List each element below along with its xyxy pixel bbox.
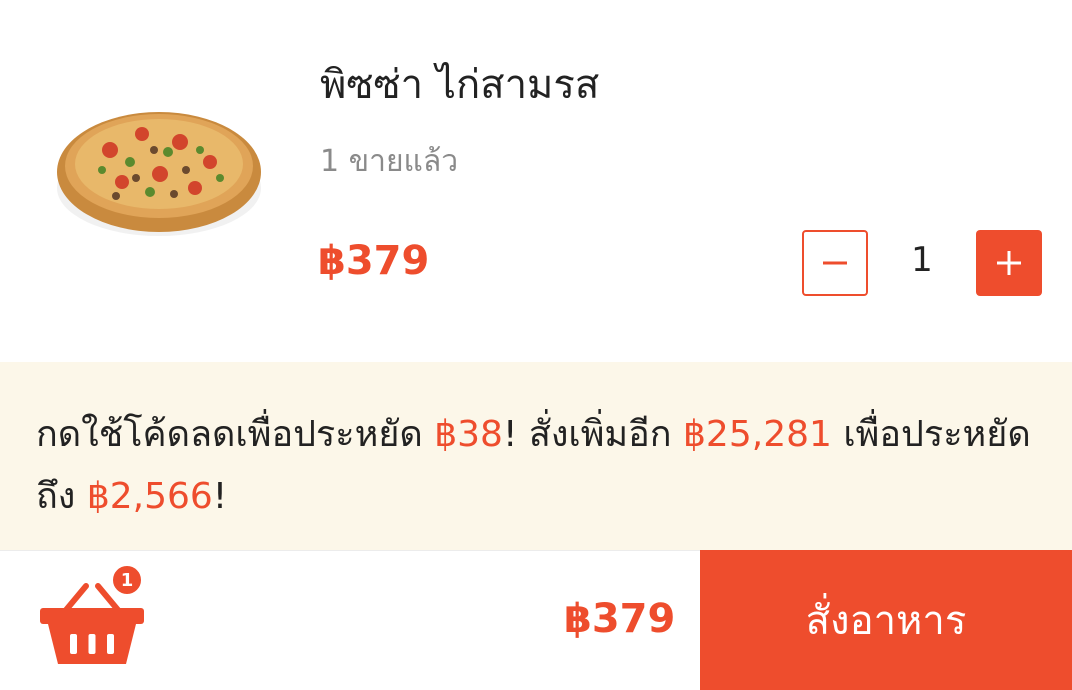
- promo-text-part: ! สั่งเพิ่มอีก: [502, 414, 684, 455]
- promo-message: กดใช้โค้ดลดเพื่อประหยัด ฿38! สั่งเพิ่มอี…: [36, 404, 1046, 528]
- promo-text-part: !: [212, 476, 228, 517]
- cart-count-badge: 1: [110, 563, 144, 597]
- page: พิซซ่า ไก่สามรส 1 ขายแล้ว ฿379 1 กดใช้โค…: [0, 0, 1072, 690]
- sold-count: 1 ขายแล้ว: [320, 144, 459, 179]
- total-price: ฿379: [564, 596, 676, 642]
- promo-text-part: กดใช้โค้ดลดเพื่อประหยัด: [36, 414, 435, 455]
- decrease-quantity-button[interactable]: [802, 230, 868, 296]
- plus-icon: [997, 251, 1021, 275]
- pizza-image: [57, 112, 261, 236]
- product-card: พิซซ่า ไก่สามรส 1 ขายแล้ว ฿379 1: [0, 0, 1072, 362]
- promo-save-amount: ฿38: [434, 414, 503, 455]
- minus-icon: [823, 261, 847, 265]
- increase-quantity-button[interactable]: [976, 230, 1042, 296]
- promo-max-save: ฿2,566: [86, 476, 213, 517]
- product-price: ฿379: [318, 238, 430, 284]
- product-name: พิซซ่า ไก่สามรส: [320, 62, 600, 108]
- quantity-value: 1: [911, 240, 933, 280]
- promo-add-amount: ฿25,281: [683, 414, 832, 455]
- order-food-button[interactable]: สั่งอาหาร: [700, 550, 1072, 690]
